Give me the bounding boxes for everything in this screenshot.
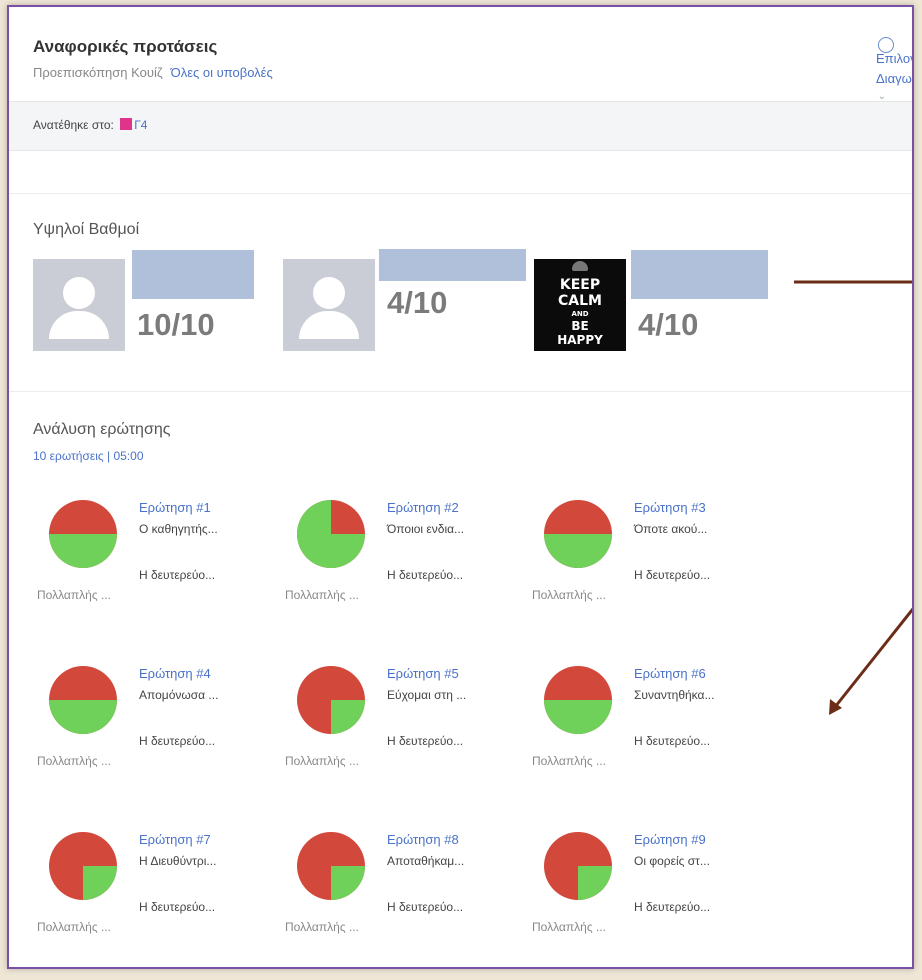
annotation-arrow-line bbox=[833, 607, 912, 708]
annotation-arrows bbox=[794, 280, 912, 715]
quiz-report-panel: Αναφορικές προτάσεις Προεπισκόπηση Κουίζ… bbox=[7, 5, 914, 969]
